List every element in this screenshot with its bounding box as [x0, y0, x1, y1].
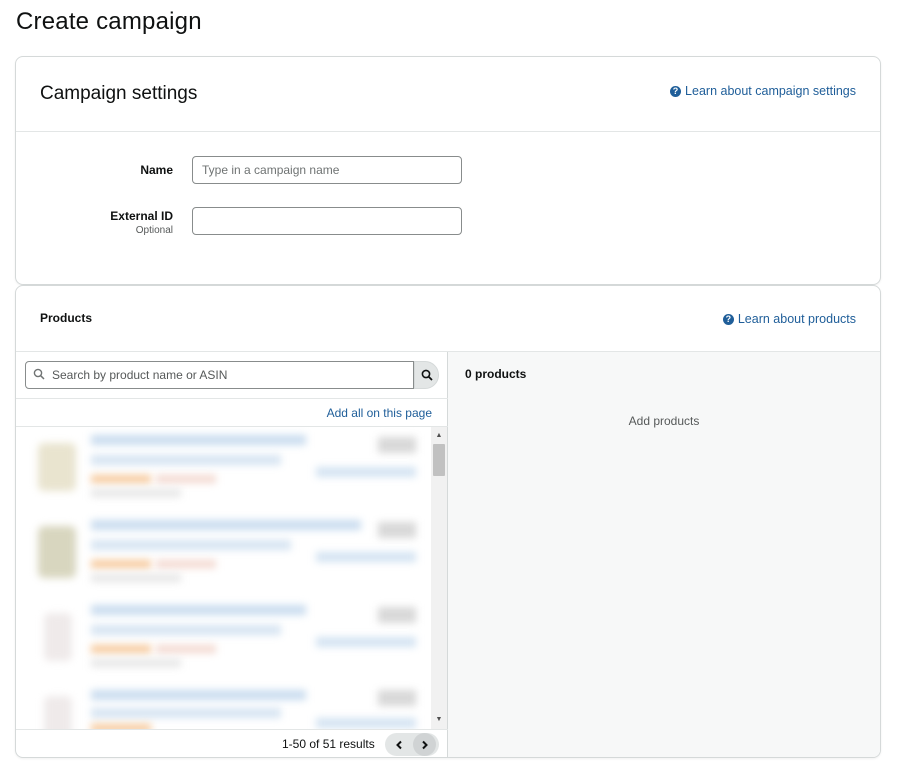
chevron-left-icon	[396, 740, 402, 749]
chevron-right-icon	[422, 740, 428, 749]
scroll-thumb[interactable]	[433, 444, 445, 476]
product-price-blur	[91, 645, 151, 653]
campaign-settings-title: Campaign settings	[40, 83, 198, 104]
search-submit-button[interactable]	[414, 361, 439, 389]
list-item[interactable]	[16, 682, 430, 729]
add-product-blur	[378, 690, 416, 706]
external-id-optional-label: Optional	[135, 225, 173, 236]
product-price-blur	[91, 560, 151, 568]
product-title-blur	[91, 708, 281, 718]
question-circle-icon: ?	[722, 313, 734, 325]
selected-products-pane: 0 products Add products	[448, 352, 880, 757]
add-all-row: Add all on this page	[16, 398, 448, 427]
pagination-buttons	[385, 733, 439, 756]
product-link-blur	[316, 552, 416, 562]
list-item[interactable]	[16, 512, 430, 594]
name-row: Name	[16, 156, 880, 186]
next-page-button[interactable]	[413, 733, 436, 756]
product-meta-blur	[156, 475, 216, 483]
add-product-blur	[378, 437, 416, 453]
product-search-input[interactable]	[52, 368, 413, 382]
scroll-up-arrow-icon[interactable]: ▲	[431, 429, 447, 443]
product-title-blur	[91, 435, 306, 445]
product-title-blur	[91, 540, 291, 550]
product-meta-blur	[91, 574, 181, 582]
learn-campaign-settings-label: Learn about campaign settings	[685, 84, 856, 98]
product-title-blur	[91, 455, 281, 465]
scroll-down-arrow-icon[interactable]: ▼	[431, 713, 447, 727]
products-card: Products ? Learn about products Add all …	[15, 285, 881, 758]
add-product-blur	[378, 607, 416, 623]
product-meta-blur	[156, 645, 216, 653]
product-thumbnail	[38, 443, 76, 491]
external-id-input[interactable]	[192, 207, 462, 235]
product-search-pane: Add all on this page	[16, 352, 448, 757]
search-icon	[421, 369, 433, 381]
product-price-blur	[91, 475, 151, 483]
search-icon	[26, 368, 52, 383]
product-title-blur	[91, 520, 361, 530]
product-search-box[interactable]	[25, 361, 414, 389]
product-thumbnail	[38, 526, 76, 578]
pagination: 1-50 of 51 results	[16, 729, 448, 757]
external-id-row: External ID Optional	[16, 207, 880, 247]
product-title-blur	[91, 605, 306, 615]
previous-page-button[interactable]	[388, 733, 411, 756]
learn-products-link[interactable]: ? Learn about products	[722, 312, 856, 326]
products-title: Products	[40, 311, 93, 325]
question-circle-icon: ?	[670, 85, 682, 97]
add-product-blur	[378, 522, 416, 538]
campaign-name-input[interactable]	[192, 156, 462, 184]
product-meta-blur	[91, 659, 181, 667]
product-title-blur	[91, 625, 281, 635]
product-search	[25, 361, 439, 389]
name-label: Name	[140, 163, 173, 177]
product-link-blur	[316, 467, 416, 477]
product-meta-blur	[91, 489, 181, 497]
learn-campaign-settings-link[interactable]: ? Learn about campaign settings	[670, 84, 856, 98]
product-thumbnail	[44, 613, 72, 661]
products-header: Products ? Learn about products	[16, 286, 880, 352]
selected-products-count: 0 products	[465, 367, 527, 381]
empty-products-message: Add products	[628, 414, 700, 428]
list-item[interactable]	[16, 597, 430, 679]
campaign-settings-card: Campaign settings ? Learn about campaign…	[15, 56, 881, 285]
product-link-blur	[316, 637, 416, 647]
results-count: 1-50 of 51 results	[282, 737, 375, 751]
add-all-on-page-link[interactable]: Add all on this page	[327, 406, 432, 420]
product-list-scrollbar[interactable]: ▲ ▼	[431, 427, 447, 729]
product-title-blur	[91, 690, 306, 700]
list-item[interactable]	[16, 427, 430, 509]
product-meta-blur	[156, 560, 216, 568]
learn-products-label: Learn about products	[737, 312, 856, 326]
campaign-settings-header: Campaign settings ? Learn about campaign…	[16, 57, 880, 132]
product-list	[16, 427, 448, 729]
product-thumbnail	[44, 696, 72, 729]
page-title: Create campaign	[16, 8, 202, 35]
external-id-label: External ID	[110, 209, 173, 223]
product-link-blur	[316, 718, 416, 728]
